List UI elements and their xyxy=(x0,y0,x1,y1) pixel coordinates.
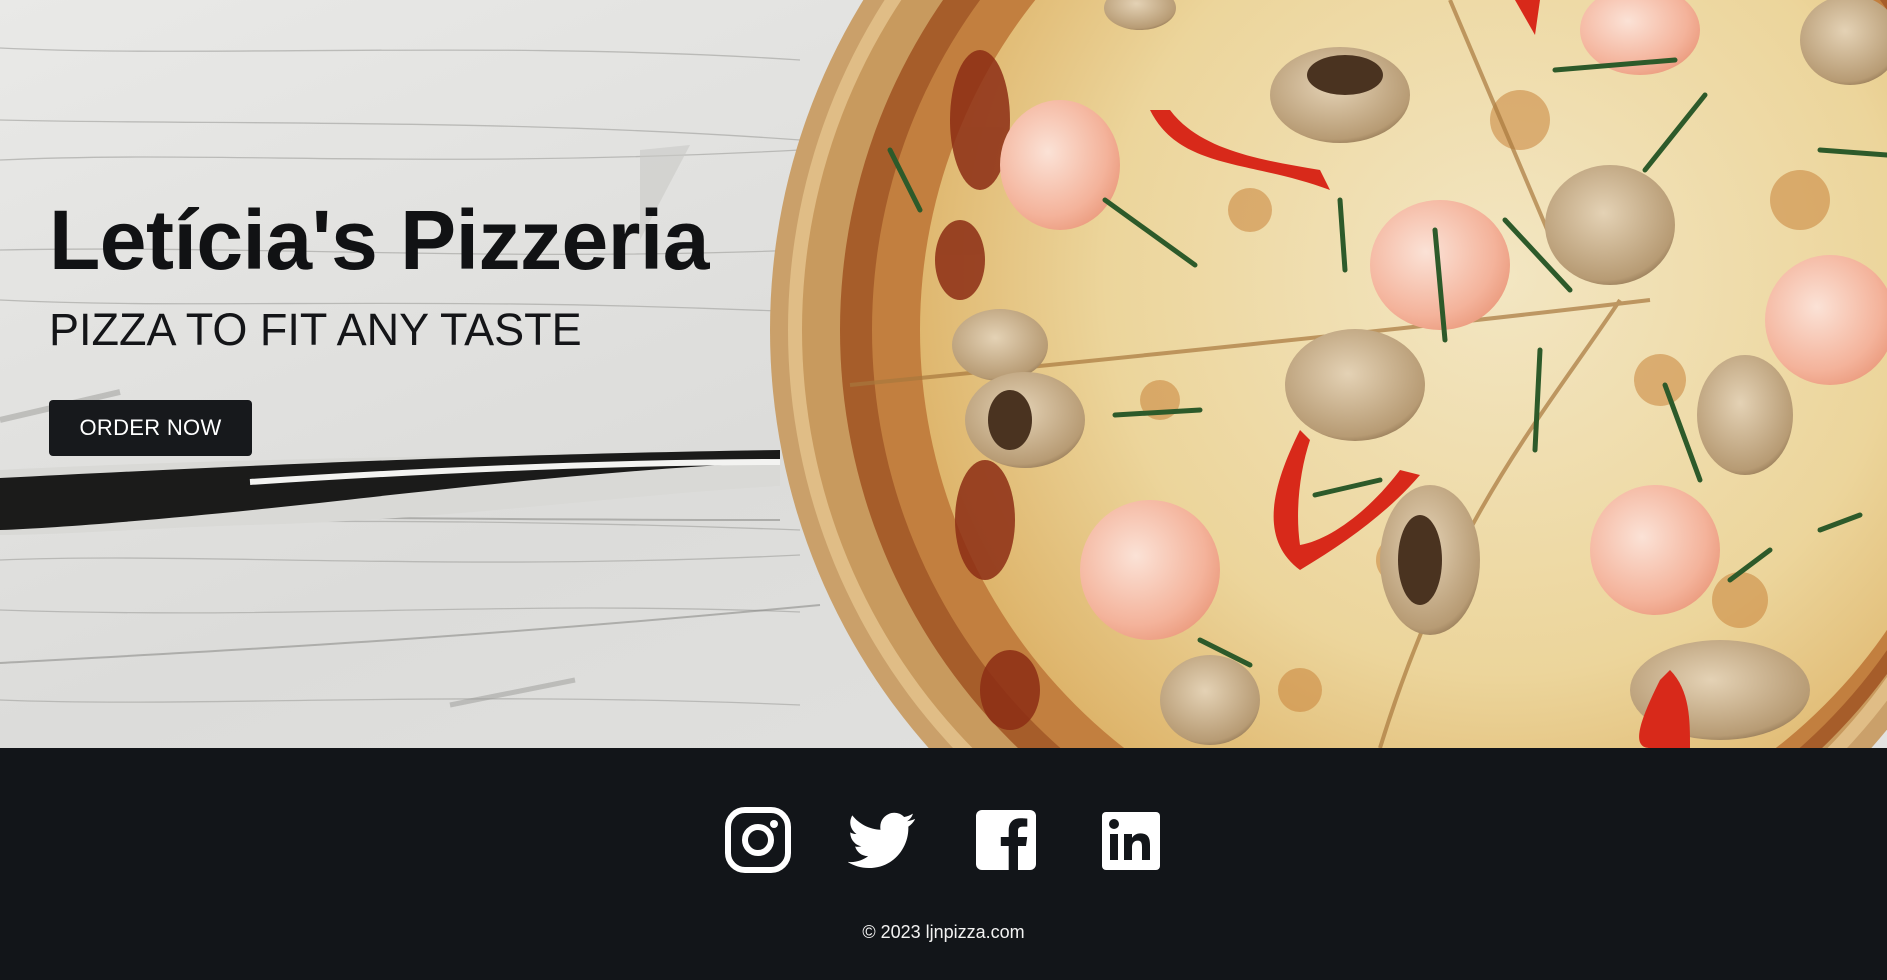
facebook-link[interactable] xyxy=(972,806,1040,874)
order-now-button[interactable]: ORDER NOW xyxy=(49,400,252,456)
hero-section: Letícia's Pizzeria PIZZA TO FIT ANY TAST… xyxy=(0,0,1887,748)
copyright-text: © 2023 ljnpizza.com xyxy=(862,922,1025,942)
linkedin-link[interactable] xyxy=(1096,806,1164,874)
hero-text: Letícia's Pizzeria PIZZA TO FIT ANY TAST… xyxy=(49,190,729,456)
twitter-icon xyxy=(847,812,915,869)
page-title: Letícia's Pizzeria xyxy=(49,193,709,287)
social-links xyxy=(0,806,1887,874)
footer: © 2023 ljnpizza.com xyxy=(0,748,1887,980)
facebook-icon xyxy=(975,810,1036,870)
instagram-link[interactable] xyxy=(724,806,792,874)
linkedin-icon xyxy=(1101,812,1160,870)
instagram-icon xyxy=(724,807,791,873)
hero-subtitle: PIZZA TO FIT ANY TASTE xyxy=(49,304,582,355)
twitter-link[interactable] xyxy=(847,806,916,874)
